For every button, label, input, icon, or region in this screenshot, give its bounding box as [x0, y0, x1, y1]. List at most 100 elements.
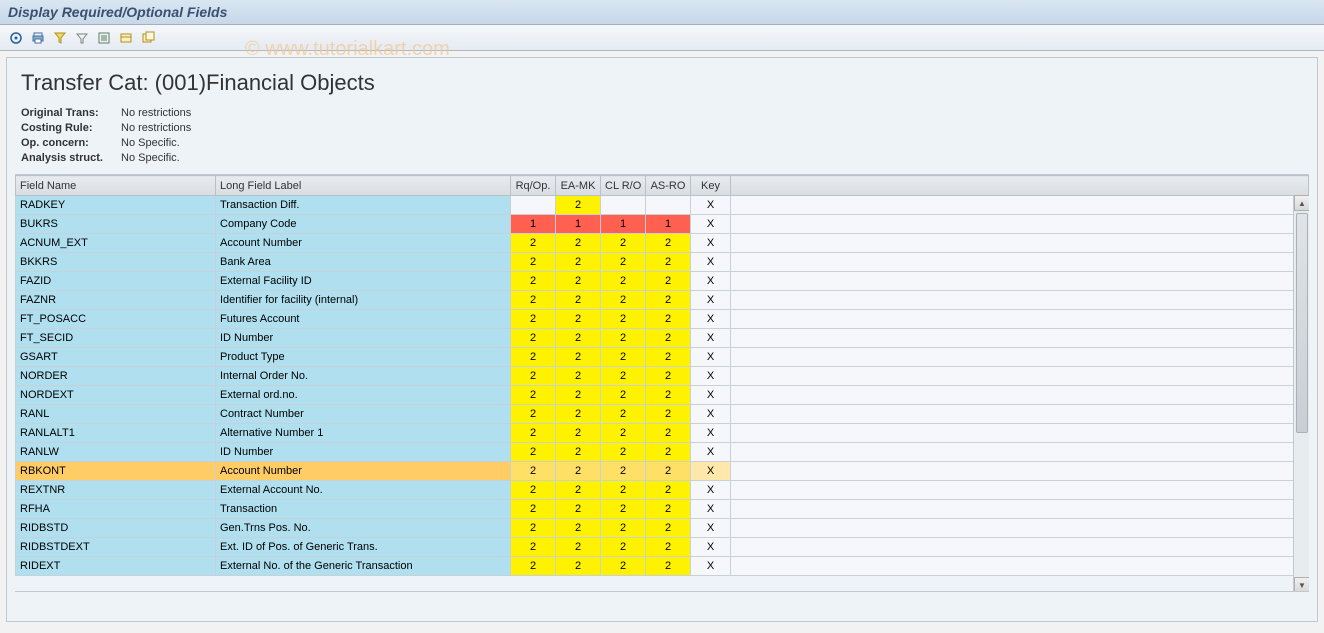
- cell-long-label: ID Number: [216, 443, 511, 462]
- export-icon[interactable]: [94, 28, 114, 48]
- data-table[interactable]: Field Name Long Field Label Rq/Op. EA-MK…: [15, 175, 1309, 576]
- cell-eamk: 2: [556, 443, 601, 462]
- page-heading: Transfer Cat: (001)Financial Objects: [15, 66, 1309, 106]
- cell-spacer: [731, 367, 1309, 386]
- cell-asro: 2: [646, 291, 691, 310]
- cell-clro: 2: [601, 348, 646, 367]
- cell-long-label: Contract Number: [216, 405, 511, 424]
- col-rqop[interactable]: Rq/Op.: [511, 176, 556, 196]
- save-layout-icon[interactable]: [138, 28, 158, 48]
- table-row[interactable]: FT_POSACCFutures Account2222X: [16, 310, 1309, 329]
- cell-clro: 2: [601, 386, 646, 405]
- col-long-label[interactable]: Long Field Label: [216, 176, 511, 196]
- window-titlebar: Display Required/Optional Fields: [0, 0, 1324, 25]
- meta-value: No restrictions: [121, 121, 191, 136]
- cell-eamk: 2: [556, 291, 601, 310]
- col-field-name[interactable]: Field Name: [16, 176, 216, 196]
- meta-row: Op. concern:No Specific.: [21, 136, 1303, 151]
- cell-spacer: [731, 310, 1309, 329]
- table-row[interactable]: BKKRSBank Area2222X: [16, 253, 1309, 272]
- cell-clro: 2: [601, 310, 646, 329]
- col-eamk[interactable]: EA-MK: [556, 176, 601, 196]
- cell-asro: 2: [646, 405, 691, 424]
- table-row[interactable]: BUKRSCompany Code1111X: [16, 215, 1309, 234]
- table-row[interactable]: FT_SECIDID Number2222X: [16, 329, 1309, 348]
- data-table-area: Field Name Long Field Label Rq/Op. EA-MK…: [15, 174, 1309, 592]
- scroll-thumb[interactable]: [1296, 213, 1308, 433]
- cell-long-label: Product Type: [216, 348, 511, 367]
- content-panel: Transfer Cat: (001)Financial Objects Ori…: [6, 57, 1318, 622]
- meta-row: Analysis struct.No Specific.: [21, 151, 1303, 166]
- table-row[interactable]: RIDEXTExternal No. of the Generic Transa…: [16, 557, 1309, 576]
- col-spacer: [731, 176, 1309, 196]
- table-row[interactable]: RANLWID Number2222X: [16, 443, 1309, 462]
- table-row[interactable]: RBKONTAccount Number2222X: [16, 462, 1309, 481]
- filter-icon[interactable]: [50, 28, 70, 48]
- cell-key: X: [691, 234, 731, 253]
- cell-spacer: [731, 215, 1309, 234]
- cell-long-label: External Account No.: [216, 481, 511, 500]
- table-row[interactable]: NORDERInternal Order No.2222X: [16, 367, 1309, 386]
- cell-asro: 2: [646, 234, 691, 253]
- window-title: Display Required/Optional Fields: [8, 4, 227, 20]
- cell-asro: 2: [646, 310, 691, 329]
- col-clro[interactable]: CL R/O: [601, 176, 646, 196]
- table-row[interactable]: RFHATransaction2222X: [16, 500, 1309, 519]
- cell-long-label: Ext. ID of Pos. of Generic Trans.: [216, 538, 511, 557]
- vertical-scrollbar[interactable]: ▲ ▼: [1293, 195, 1309, 592]
- cell-long-label: Account Number: [216, 234, 511, 253]
- cell-asro: 2: [646, 538, 691, 557]
- table-row[interactable]: FAZNRIdentifier for facility (internal)2…: [16, 291, 1309, 310]
- cell-spacer: [731, 500, 1309, 519]
- cell-long-label: Account Number: [216, 462, 511, 481]
- cell-rqop: 2: [511, 500, 556, 519]
- cell-rqop: 2: [511, 557, 556, 576]
- cell-rqop: 2: [511, 348, 556, 367]
- cell-eamk: 1: [556, 215, 601, 234]
- table-row[interactable]: RADKEYTransaction Diff.2X: [16, 196, 1309, 215]
- cell-field-name: FT_SECID: [16, 329, 216, 348]
- sort-icon[interactable]: [72, 28, 92, 48]
- cell-key: X: [691, 405, 731, 424]
- table-row[interactable]: RIDBSTDGen.Trns Pos. No.2222X: [16, 519, 1309, 538]
- table-row[interactable]: RANLContract Number2222X: [16, 405, 1309, 424]
- cell-key: X: [691, 557, 731, 576]
- table-row[interactable]: ACNUM_EXTAccount Number2222X: [16, 234, 1309, 253]
- meta-row: Costing Rule:No restrictions: [21, 121, 1303, 136]
- scroll-up-icon[interactable]: ▲: [1294, 195, 1309, 211]
- cell-rqop: 2: [511, 234, 556, 253]
- table-row[interactable]: REXTNRExternal Account No.2222X: [16, 481, 1309, 500]
- cell-long-label: Gen.Trns Pos. No.: [216, 519, 511, 538]
- scroll-down-icon[interactable]: ▼: [1294, 577, 1309, 592]
- cell-clro: 2: [601, 253, 646, 272]
- details-icon[interactable]: [6, 28, 26, 48]
- cell-rqop: 2: [511, 367, 556, 386]
- cell-key: X: [691, 272, 731, 291]
- cell-key: X: [691, 424, 731, 443]
- table-row[interactable]: NORDEXTExternal ord.no.2222X: [16, 386, 1309, 405]
- table-row[interactable]: RIDBSTDEXTExt. ID of Pos. of Generic Tra…: [16, 538, 1309, 557]
- cell-field-name: ACNUM_EXT: [16, 234, 216, 253]
- cell-spacer: [731, 481, 1309, 500]
- scroll-track[interactable]: [1294, 211, 1309, 577]
- table-row[interactable]: FAZIDExternal Facility ID2222X: [16, 272, 1309, 291]
- choose-layout-icon[interactable]: [116, 28, 136, 48]
- cell-asro: 2: [646, 500, 691, 519]
- cell-rqop: 2: [511, 481, 556, 500]
- cell-key: X: [691, 291, 731, 310]
- cell-field-name: NORDEXT: [16, 386, 216, 405]
- cell-asro: 2: [646, 424, 691, 443]
- cell-rqop: 2: [511, 405, 556, 424]
- table-row[interactable]: GSARTProduct Type2222X: [16, 348, 1309, 367]
- cell-long-label: Transaction Diff.: [216, 196, 511, 215]
- cell-rqop: 2: [511, 538, 556, 557]
- cell-rqop: [511, 196, 556, 215]
- cell-field-name: NORDER: [16, 367, 216, 386]
- cell-eamk: 2: [556, 234, 601, 253]
- cell-rqop: 2: [511, 253, 556, 272]
- table-row[interactable]: RANLALT1Alternative Number 12222X: [16, 424, 1309, 443]
- print-icon[interactable]: [28, 28, 48, 48]
- col-asro[interactable]: AS-RO: [646, 176, 691, 196]
- cell-field-name: BUKRS: [16, 215, 216, 234]
- col-key[interactable]: Key: [691, 176, 731, 196]
